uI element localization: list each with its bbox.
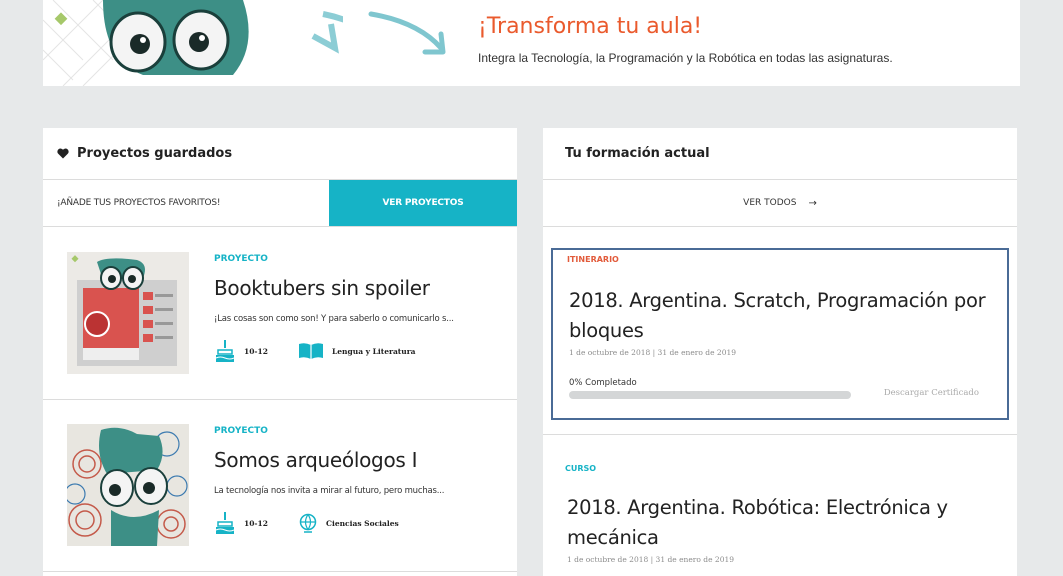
- project-description: ¡Las cosas son como son! Y para saberlo …: [214, 314, 454, 324]
- open-book-icon: [299, 343, 323, 359]
- project-title[interactable]: Booktubers sin spoiler: [214, 276, 430, 300]
- project-item[interactable]: PROYECTO Somos arqueólogos I La tecnolog…: [43, 400, 517, 572]
- current-training-header: Tu formación actual: [543, 128, 1017, 180]
- project-meta: 10-12 Lengua y Literatura: [214, 338, 416, 364]
- course-label: CURSO: [565, 464, 597, 473]
- itinerary-dates: 1 de octubre de 2018 | 31 de enero de 20…: [569, 348, 737, 357]
- itinerary-title[interactable]: 2018. Argentina. Scratch, Programación p…: [569, 286, 989, 346]
- progress-bar: [569, 391, 851, 399]
- banner-title: ¡Transforma tu aula!: [478, 14, 703, 39]
- arrow-right-icon: →: [808, 197, 817, 209]
- age-range: 10-12: [244, 346, 268, 356]
- age-range: 10-12: [244, 518, 268, 528]
- project-meta: 10-12 Ciencias Sociales: [214, 510, 399, 536]
- saved-projects-header: Proyectos guardados: [43, 128, 517, 180]
- project-type-label: PROYECTO: [214, 426, 268, 436]
- add-favorites-text: ¡AÑADE TUS PROYECTOS FAVORITOS!: [57, 198, 221, 208]
- project-thumbnail[interactable]: [67, 424, 189, 546]
- saved-projects-title: Proyectos guardados: [77, 146, 233, 161]
- course-item[interactable]: CURSO 2018. Argentina. Robótica: Electró…: [543, 434, 1017, 576]
- hero-banner: ¡Transforma tu aula! Integra la Tecnolog…: [43, 0, 1020, 86]
- banner-subtitle: Integra la Tecnología, la Programación y…: [478, 51, 893, 65]
- arrow-decoration-icon: [368, 11, 446, 55]
- current-training-card: Tu formación actual VER TODOS → ITINERAR…: [543, 128, 1017, 576]
- project-thumbnail[interactable]: [67, 252, 189, 374]
- robot-mascot-icon: [43, 0, 343, 86]
- globe-icon: [299, 513, 317, 533]
- project-title[interactable]: Somos arqueólogos I: [214, 448, 417, 472]
- project-item[interactable]: PROYECTO Booktubers sin spoiler ¡Las cos…: [43, 228, 517, 400]
- course-title[interactable]: 2018. Argentina. Robótica: Electrónica y…: [567, 493, 987, 553]
- view-all-button[interactable]: VER TODOS →: [543, 180, 1017, 227]
- project-type-label: PROYECTO: [214, 254, 268, 264]
- birthday-cake-icon: [215, 512, 235, 534]
- subject: Lengua y Literatura: [332, 346, 416, 356]
- view-projects-button[interactable]: VER PROYECTOS: [329, 180, 517, 226]
- current-training-title: Tu formación actual: [565, 146, 710, 161]
- heart-icon: [57, 148, 69, 159]
- birthday-cake-icon: [215, 340, 235, 362]
- progress-label: 0% Completado: [569, 378, 637, 388]
- subject: Ciencias Sociales: [326, 518, 399, 528]
- itinerary-label: ITINERARIO: [567, 255, 619, 264]
- download-certificate-link[interactable]: Descargar Certificado: [884, 388, 979, 398]
- itinerary-item[interactable]: ITINERARIO 2018. Argentina. Scratch, Pro…: [551, 248, 1009, 420]
- saved-projects-card: Proyectos guardados ¡AÑADE TUS PROYECTOS…: [43, 128, 517, 576]
- course-dates: 1 de octubre de 2018 | 31 de enero de 20…: [567, 555, 735, 564]
- project-description: La tecnología nos invita a mirar al futu…: [214, 486, 445, 496]
- view-all-label: VER TODOS: [743, 198, 797, 208]
- saved-projects-actions: ¡AÑADE TUS PROYECTOS FAVORITOS! VER PROY…: [43, 180, 517, 227]
